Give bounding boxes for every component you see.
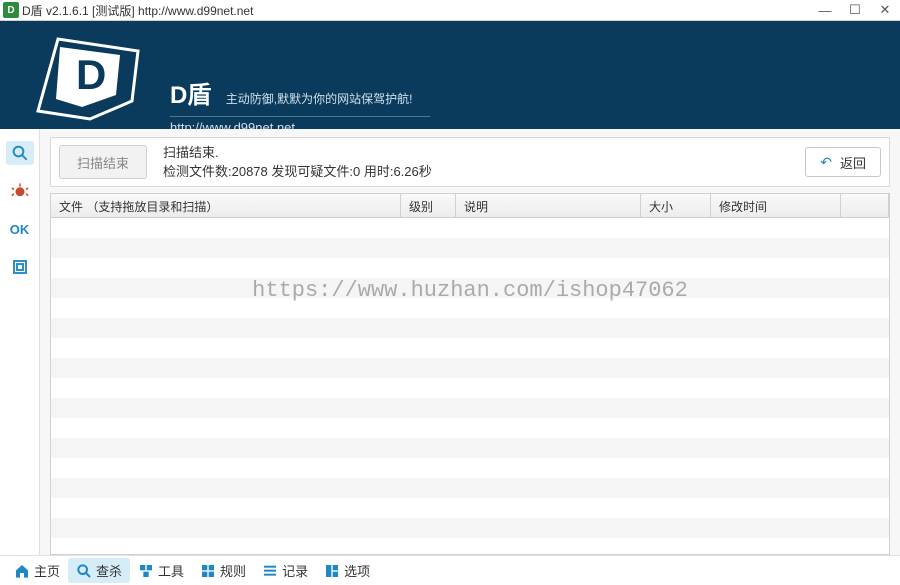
tool-icon (138, 563, 154, 579)
svg-text:D: D (76, 51, 106, 98)
column-header[interactable]: 大小 (641, 194, 711, 217)
tab-label: 选项 (344, 561, 370, 580)
bottom-tabbar: 主页 查杀 工具 规则 记录 选项 (0, 555, 900, 585)
tab-label: 记录 (282, 561, 308, 580)
column-header[interactable]: 文件 （支持拖放目录和扫描） (51, 194, 401, 217)
main-panel: 扫描结束 扫描结束. 检测文件数:20878 发现可疑文件:0 用时:6.26秒… (40, 129, 900, 555)
maximize-button[interactable]: ☐ (840, 0, 870, 20)
sidebar-bug-icon[interactable] (6, 179, 34, 203)
back-button[interactable]: ↶ 返回 (805, 147, 881, 177)
undo-icon: ↶ (820, 154, 832, 171)
status-line2: 检测文件数:20878 发现可疑文件:0 用时:6.26秒 (163, 162, 432, 182)
tab-label: 查杀 (96, 561, 122, 580)
scan-finished-button[interactable]: 扫描结束 (59, 145, 147, 179)
logo-icon: D (20, 29, 150, 121)
tab-tool[interactable]: 工具 (130, 558, 192, 583)
banner: D D盾 主动防御,默默为你的网站保驾护航! http://www.d99net… (0, 21, 900, 129)
back-label: 返回 (840, 153, 866, 172)
product-slogan: 主动防御,默默为你的网站保驾护航! (226, 92, 413, 106)
tab-label: 主页 (34, 561, 60, 580)
tab-label: 工具 (158, 561, 184, 580)
tab-list[interactable]: 记录 (254, 558, 316, 583)
minimize-button[interactable]: — (810, 0, 840, 20)
left-sidebar: OK (0, 129, 40, 555)
sidebar-square-icon[interactable] (6, 255, 34, 279)
options-icon (324, 563, 340, 579)
column-header[interactable]: 级别 (401, 194, 456, 217)
product-info: D盾 主动防御,默默为你的网站保驾护航! http://www.d99net.n… (170, 75, 430, 129)
search-icon (76, 563, 92, 579)
tab-options[interactable]: 选项 (316, 558, 378, 583)
results-table: 文件 （支持拖放目录和扫描）级别说明大小修改时间 https://www.huz… (50, 193, 890, 555)
sidebar-ok-icon[interactable]: OK (6, 217, 34, 241)
window-title: D盾 v2.1.6.1 [测试版] http://www.d99net.net (22, 2, 810, 19)
column-header[interactable]: 修改时间 (711, 194, 841, 217)
list-icon (262, 563, 278, 579)
watermark-text: https://www.huzhan.com/ishop47062 (252, 278, 688, 303)
status-line1: 扫描结束. (163, 143, 432, 163)
grid-icon (200, 563, 216, 579)
close-button[interactable]: ✕ (870, 0, 900, 20)
column-header-spacer (841, 194, 889, 217)
app-icon: D (3, 2, 19, 18)
titlebar: D D盾 v2.1.6.1 [测试版] http://www.d99net.ne… (0, 0, 900, 21)
tab-grid[interactable]: 规则 (192, 558, 254, 583)
column-header[interactable]: 说明 (456, 194, 641, 217)
tab-home[interactable]: 主页 (6, 558, 68, 583)
scan-status: 扫描结束. 检测文件数:20878 发现可疑文件:0 用时:6.26秒 (163, 143, 432, 182)
product-name: D盾 (170, 75, 211, 110)
table-body: https://www.huzhan.com/ishop47062 (51, 218, 889, 554)
home-icon (14, 563, 30, 579)
sidebar-search-icon[interactable] (6, 141, 34, 165)
tab-search[interactable]: 查杀 (68, 558, 130, 583)
tab-label: 规则 (220, 561, 246, 580)
toolbar: 扫描结束 扫描结束. 检测文件数:20878 发现可疑文件:0 用时:6.26秒… (50, 137, 890, 187)
table-header: 文件 （支持拖放目录和扫描）级别说明大小修改时间 (51, 194, 889, 218)
product-url: http://www.d99net.net (170, 116, 430, 129)
